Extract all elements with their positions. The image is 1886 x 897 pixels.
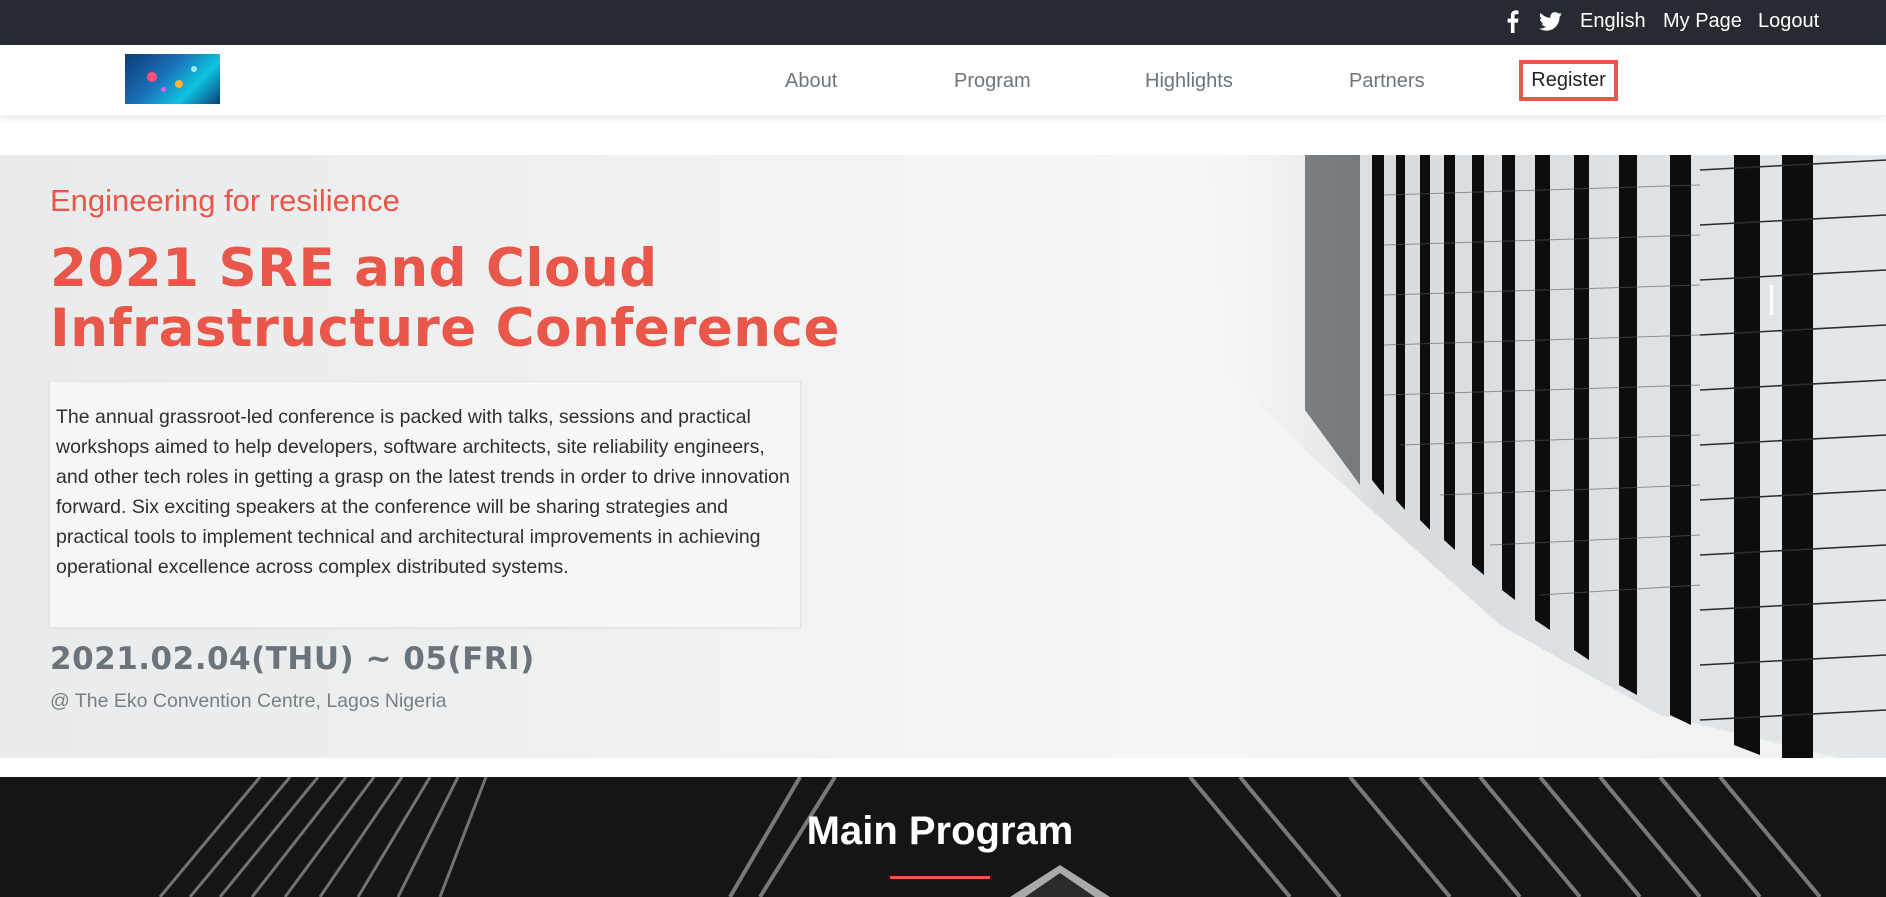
language-link[interactable]: English: [1580, 9, 1646, 33]
heading-underline: [890, 876, 990, 879]
hero-section: Engineering for resilience 2021 SRE and …: [0, 155, 1886, 758]
nav-program[interactable]: Program: [954, 69, 1031, 93]
event-date: 2021.02.04(THU) ~ 05(FRI): [50, 641, 535, 677]
logout-link[interactable]: Logout: [1758, 9, 1819, 33]
main-program-heading: Main Program: [806, 809, 1074, 853]
description-box: The annual grassroot-led conference is p…: [49, 381, 801, 628]
top-utility-bar: English My Page Logout: [0, 0, 1886, 45]
register-button[interactable]: Register: [1519, 60, 1618, 101]
nav-about[interactable]: About: [785, 69, 837, 93]
conference-logo[interactable]: [125, 54, 220, 104]
my-page-link[interactable]: My Page: [1663, 9, 1742, 33]
facebook-icon[interactable]: [1506, 10, 1519, 33]
conference-title: 2021 SRE and Cloud Infrastructure Confer…: [50, 238, 840, 359]
twitter-icon[interactable]: [1539, 12, 1562, 31]
nav-highlights[interactable]: Highlights: [1145, 69, 1233, 93]
conference-description: The annual grassroot-led conference is p…: [56, 406, 790, 578]
building-facade-image: [1210, 155, 1886, 758]
main-navbar: About Program Highlights Partners Regist…: [0, 45, 1886, 115]
nav-partners[interactable]: Partners: [1349, 69, 1425, 93]
main-program-section: Main Program: [0, 777, 1886, 897]
event-venue: @ The Eko Convention Centre, Lagos Niger…: [50, 690, 447, 712]
hero-tagline: Engineering for resilience: [50, 183, 400, 218]
